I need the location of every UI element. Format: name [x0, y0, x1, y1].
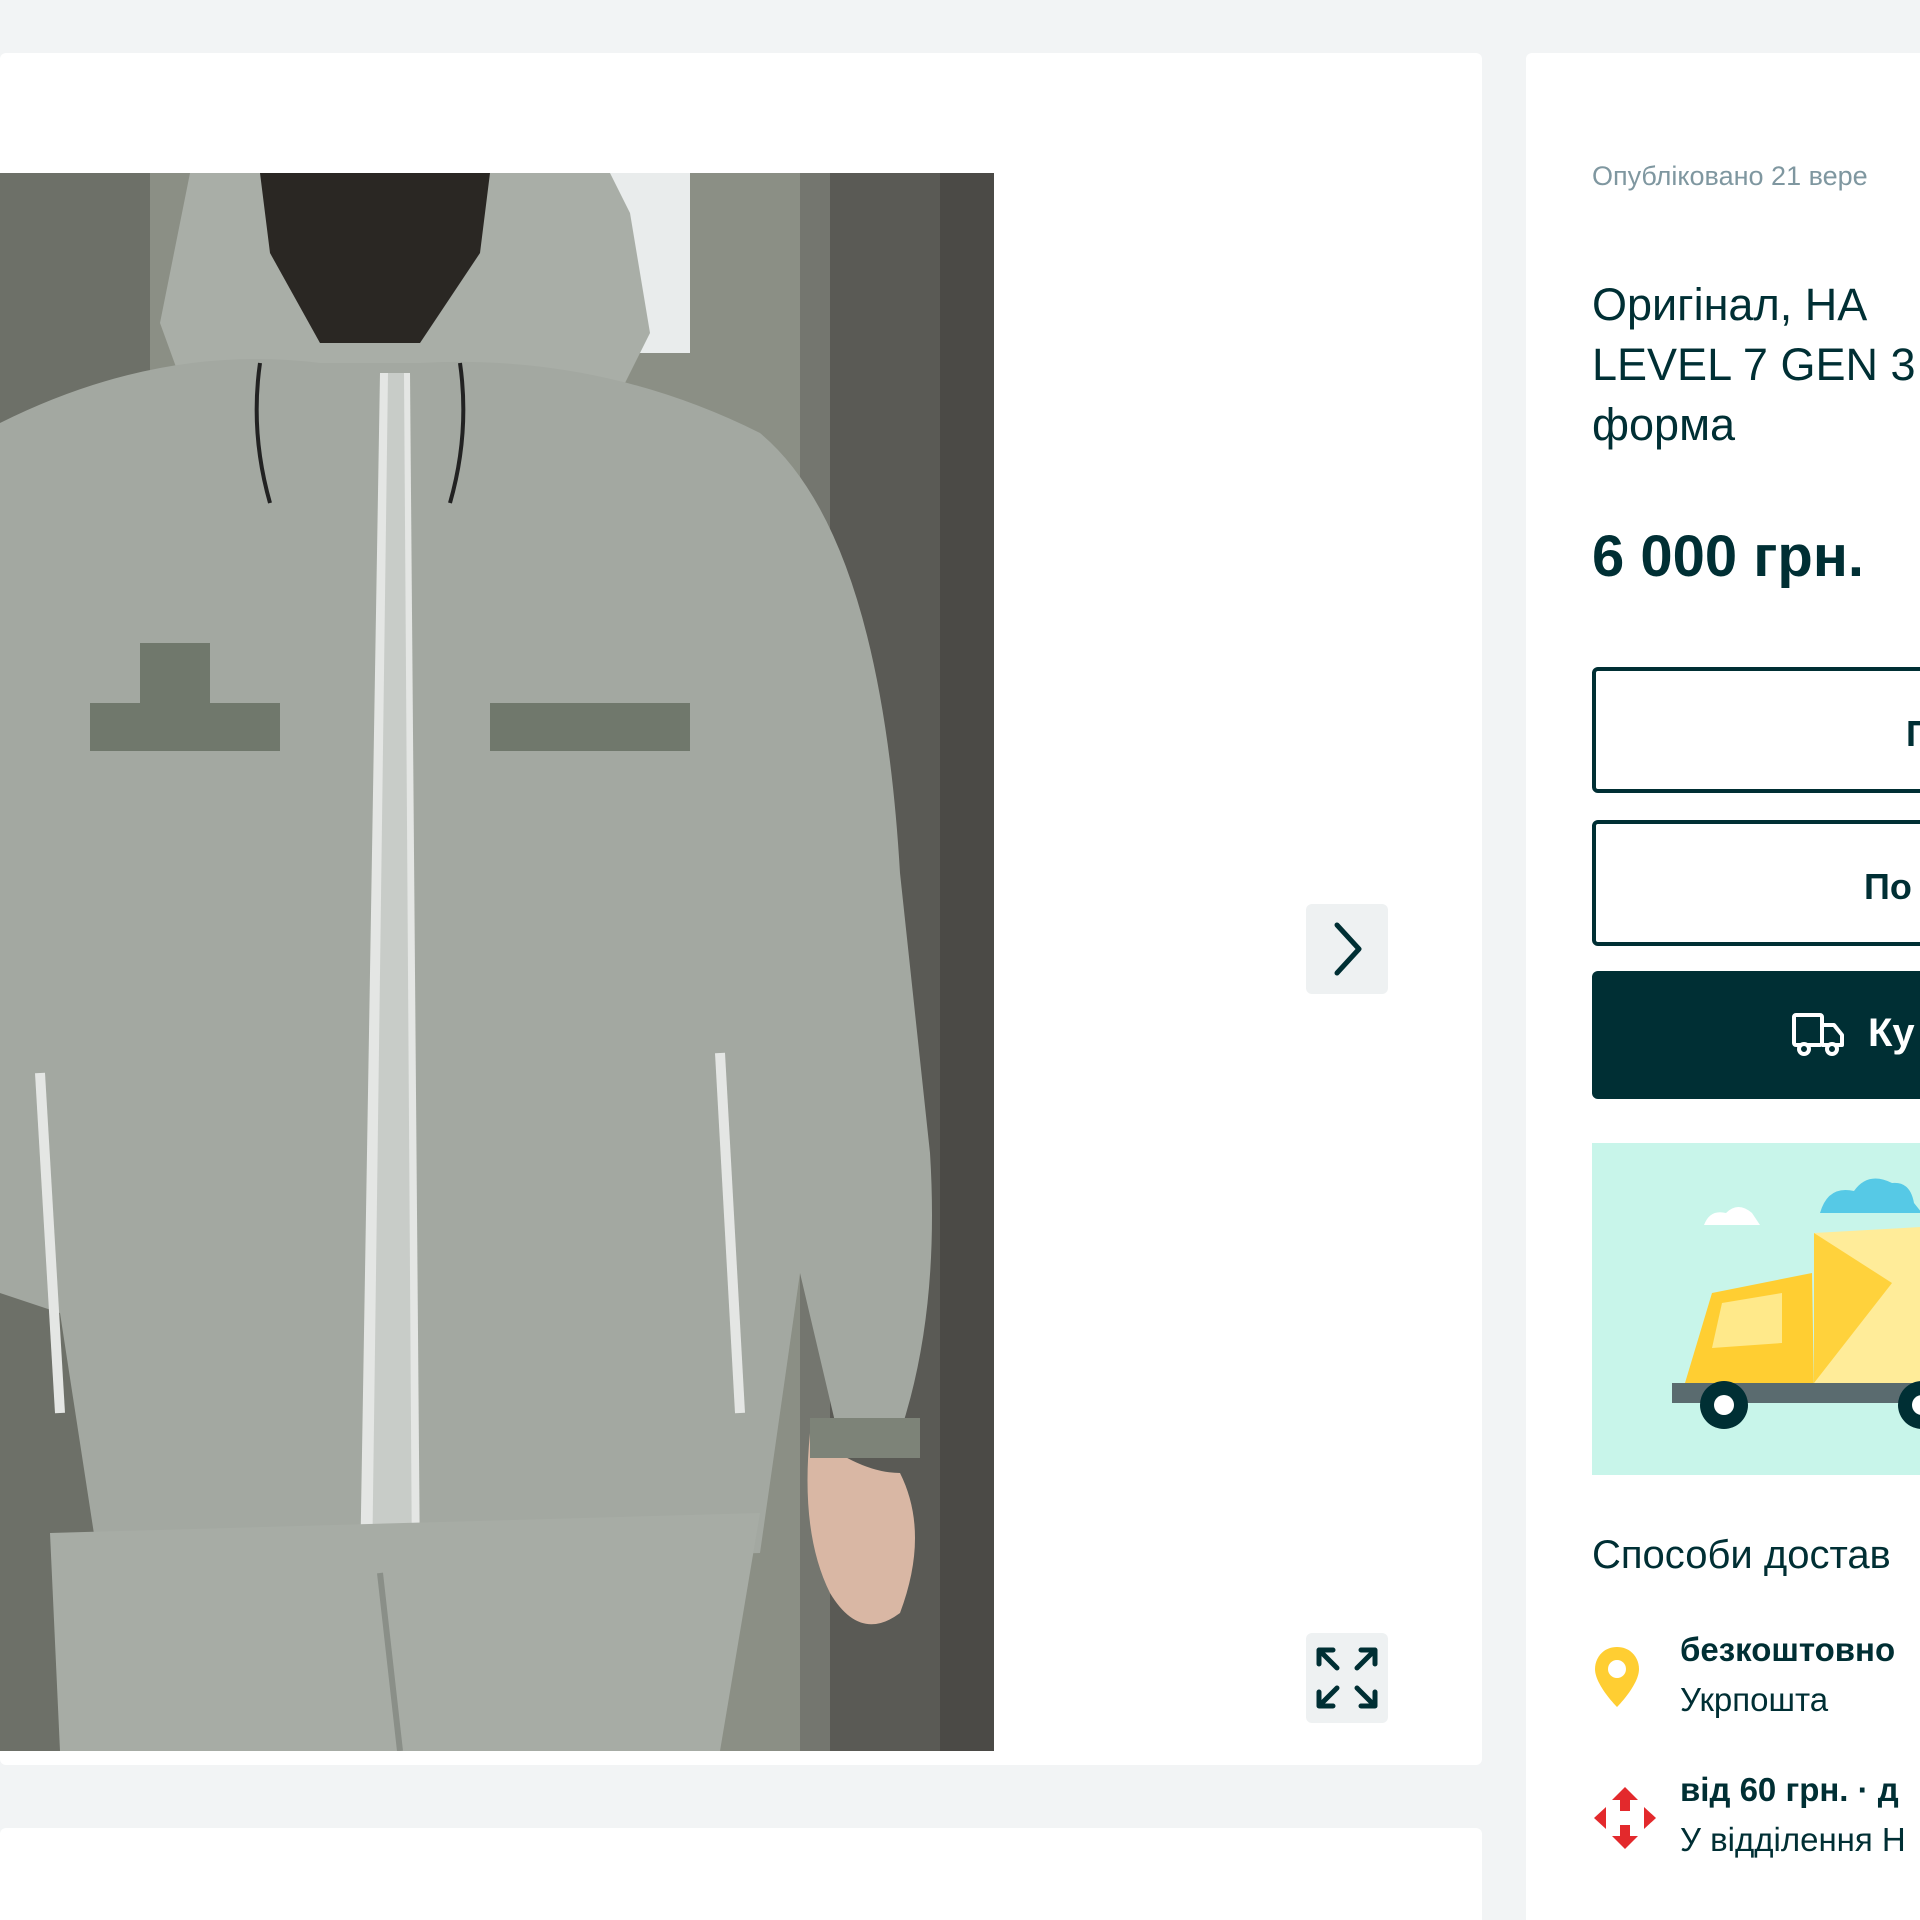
nova-poshta-icon	[1594, 1787, 1656, 1849]
buy-with-delivery-button[interactable]: Ку	[1592, 971, 1920, 1099]
jacket-photo-image	[0, 173, 994, 1751]
description-card	[0, 1828, 1482, 1920]
call-button-label: По	[1864, 866, 1912, 907]
delivery-truck-illustration	[1592, 1143, 1920, 1475]
buy-button-label: Ку	[1868, 1011, 1915, 1055]
delivery-option-carrier: У відділення Н	[1680, 1821, 1906, 1858]
message-button-label: П	[1906, 713, 1920, 755]
delivery-option-price: безкоштовно	[1680, 1631, 1896, 1668]
call-button[interactable]: По	[1592, 820, 1920, 946]
listing-sidebar: Опубліковано 21 вере Оригінал, НА LEVEL …	[1526, 53, 1920, 1920]
delivery-option-price: від 60 грн. · д	[1680, 1771, 1899, 1808]
listing-price: 6 000 грн.	[1592, 524, 1864, 589]
delivery-methods-heading: Способи достав	[1592, 1533, 1891, 1577]
gallery-card	[0, 53, 1482, 1765]
message-button[interactable]: П	[1592, 667, 1920, 793]
listing-title: Оригінал, НА LEVEL 7 GEN 3 форма	[1592, 275, 1920, 455]
delivery-promo-banner[interactable]	[1592, 1143, 1920, 1475]
next-photo-button[interactable]	[1306, 904, 1388, 994]
location-pin-icon	[1595, 1647, 1639, 1707]
delivery-truck-icon	[1792, 1013, 1844, 1056]
title-line: форма	[1592, 399, 1736, 450]
title-line: Оригінал, НА	[1592, 279, 1868, 330]
chevron-right-icon	[1334, 922, 1362, 976]
published-date: Опубліковано 21 вере	[1592, 161, 1868, 191]
title-line: LEVEL 7 GEN 3	[1592, 339, 1916, 390]
fullscreen-button[interactable]	[1306, 1633, 1388, 1723]
expand-icon	[1316, 1647, 1378, 1709]
listing-photo[interactable]	[0, 173, 994, 1751]
delivery-option-carrier: Укрпошта	[1680, 1681, 1829, 1718]
